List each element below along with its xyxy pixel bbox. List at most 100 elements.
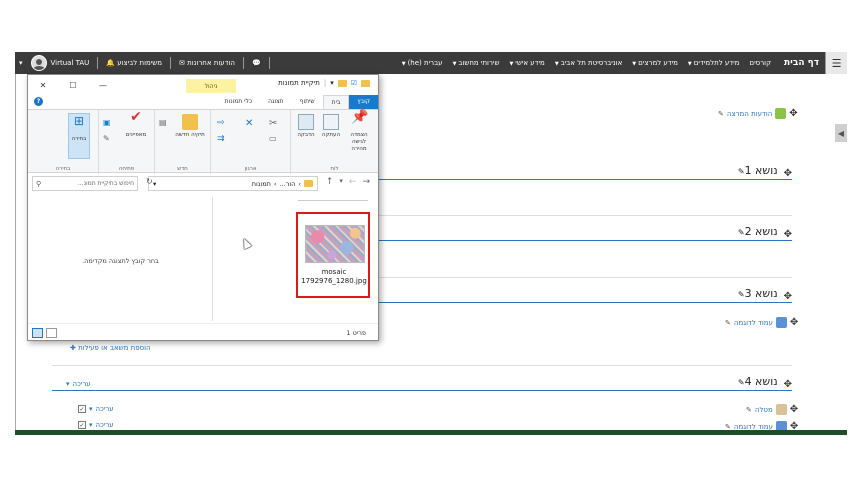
add-activity-link[interactable]: ✚ הוספת משאב או פעילות xyxy=(70,344,151,352)
copy-to-icon[interactable]: ⇉ xyxy=(217,134,225,144)
tab-manage[interactable]: ניהול xyxy=(186,79,236,93)
select-group: ⊞ בחירה בחירה xyxy=(28,110,98,174)
nav-item-language[interactable]: עברית (he)▼ xyxy=(397,59,448,67)
up-icon[interactable]: ↑ xyxy=(326,177,334,187)
block-drawer-toggle[interactable]: ◀ xyxy=(835,124,847,142)
address-dropdown-icon[interactable]: ▾ xyxy=(153,180,156,188)
move-icon[interactable]: ✥ xyxy=(784,229,792,240)
close-icon[interactable]: ✕ xyxy=(28,75,58,95)
group-label: לוח xyxy=(330,166,339,172)
tasks-link[interactable]: 🔔 משימות לביצוע xyxy=(102,59,166,67)
group-label: ארגון xyxy=(244,166,257,172)
messages-link[interactable]: ✉ הודעות אחרונות xyxy=(175,59,239,67)
activity-link[interactable]: עמוד לדוגמה xyxy=(734,319,773,327)
nav-item-university[interactable]: אוניברסיטת תל אביב▼ xyxy=(550,59,627,67)
section-title[interactable]: נושא 2 xyxy=(745,225,778,238)
properties-button[interactable]: ✔ מאפיינים xyxy=(119,110,153,139)
move-icon[interactable]: ✥ xyxy=(784,291,792,302)
move-icon[interactable]: ✥ xyxy=(790,317,798,328)
dropdown-caret-icon[interactable]: ▾ xyxy=(15,59,27,67)
tab-home[interactable]: בית xyxy=(322,95,350,109)
divider: | xyxy=(323,79,327,87)
tab-view[interactable]: תצוגה xyxy=(260,95,292,109)
ribbon-tabs: קובץ בית שיתוף תצוגה כלי תמונות xyxy=(28,95,378,109)
refresh-icon[interactable]: ↻ xyxy=(146,177,153,186)
back-icon[interactable]: → xyxy=(362,177,370,187)
forward-icon[interactable]: ← xyxy=(349,177,357,187)
address-bar[interactable]: › הור... › תמונות ▾ xyxy=(148,176,318,191)
breadcrumb-current[interactable]: תמונות xyxy=(252,180,271,188)
pencil-icon[interactable]: ✎ xyxy=(746,406,752,414)
section-title[interactable]: נושא 4 xyxy=(745,375,778,388)
nav-item-courses[interactable]: קורסים xyxy=(744,59,776,67)
pencil-icon[interactable]: ✎ xyxy=(725,319,731,327)
breadcrumb-separator-icon: › xyxy=(273,179,277,188)
hamburger-icon[interactable]: ☰ xyxy=(825,52,847,74)
paste-button[interactable]: הדבקה xyxy=(294,114,318,139)
tab-picture-tools[interactable]: כלי תמונות xyxy=(217,95,260,109)
pin-quick-access-button[interactable]: 📌 הצמדה לגישה מהירה xyxy=(344,110,374,153)
large-icons-view-icon[interactable] xyxy=(46,328,57,338)
pencil-icon[interactable]: ✎ xyxy=(738,378,745,387)
activity-link[interactable]: הודעות המרצה xyxy=(727,110,772,118)
move-icon[interactable]: ✥ xyxy=(784,379,792,390)
new-item-icon[interactable]: ▤ xyxy=(159,118,167,127)
select-all-button[interactable]: ⊞ בחירה xyxy=(69,115,89,143)
section-title[interactable]: נושא 3 xyxy=(745,287,778,300)
nav-item-lecturers[interactable]: מידע למרצים▼ xyxy=(627,59,683,67)
select-button[interactable]: ⊞ בחירה xyxy=(68,113,90,159)
completion-row[interactable]: ✓ ▾ עריכה xyxy=(78,405,114,413)
folder-icon[interactable] xyxy=(337,79,347,87)
nav-item-personal[interactable]: מידע אישי▼ xyxy=(504,59,549,67)
move-to-icon[interactable]: ⇨ xyxy=(217,118,225,128)
pencil-icon[interactable]: ✎ xyxy=(718,110,724,118)
breadcrumb-separator-icon: › xyxy=(298,179,301,188)
bottom-bar xyxy=(15,430,847,435)
activity-news-forum[interactable]: ✥ הודעות המרצה ✎ xyxy=(718,108,798,119)
file-explorer-window[interactable]: ✕ ☐ — ? ניהול ☑ ▾ | תיקיית תמונות קובץ ב… xyxy=(27,74,379,341)
activity-assignment[interactable]: ✥ מטלה ✎ xyxy=(746,404,798,415)
completion-checkbox[interactable]: ✓ xyxy=(78,405,86,413)
highlight-box xyxy=(296,212,370,298)
copy-button[interactable]: העתקה xyxy=(320,114,342,139)
quick-access-check-icon[interactable]: ☑ xyxy=(351,79,357,87)
details-view-icon[interactable] xyxy=(32,328,43,338)
pencil-icon[interactable]: ✎ xyxy=(738,228,745,237)
maximize-icon[interactable]: ☐ xyxy=(58,75,88,95)
caret-down-icon: ▾ xyxy=(89,405,93,413)
forum-icon xyxy=(775,108,787,119)
activity-link[interactable]: מטלה xyxy=(755,406,773,414)
tab-share[interactable]: שיתוף xyxy=(292,95,323,109)
activity-sample-page[interactable]: ✥ עמוד לדוגמה ✎ xyxy=(725,317,798,328)
section-title[interactable]: נושא 1 xyxy=(745,164,778,177)
move-icon[interactable]: ✥ xyxy=(790,404,798,415)
open-icon[interactable]: ▣ xyxy=(103,118,111,127)
group-label: בחירה xyxy=(55,166,71,172)
completion-checkbox[interactable]: ✓ xyxy=(78,421,86,429)
rename-icon[interactable]: ▭ xyxy=(269,134,277,143)
caret-down-icon[interactable]: ▾ xyxy=(330,79,334,87)
tab-file[interactable]: קובץ xyxy=(349,95,378,109)
user-menu[interactable]: Virtual TAU xyxy=(27,55,94,71)
delete-icon[interactable]: ✕ xyxy=(245,118,253,129)
move-icon[interactable]: ✥ xyxy=(784,168,792,179)
divider xyxy=(52,365,792,366)
recent-locations-icon[interactable]: ▾ xyxy=(339,177,343,187)
edit-icon[interactable]: ✎ xyxy=(103,134,111,143)
cut-icon[interactable]: ✂ xyxy=(269,118,277,129)
completion-row[interactable]: ✓ ▾ עריכה xyxy=(78,421,114,429)
breadcrumb-parent[interactable]: הור... xyxy=(280,180,296,188)
group-label: חדש xyxy=(177,166,188,172)
chat-icon[interactable]: 💬 xyxy=(248,59,265,67)
explorer-titlebar[interactable]: ✕ ☐ — ? ניהול ☑ ▾ | תיקיית תמונות xyxy=(28,75,378,106)
new-folder-button[interactable]: תיקיה חדשה xyxy=(175,114,205,139)
nav-item-students[interactable]: מידע לתלמידים▼ xyxy=(683,59,745,67)
nav-item-computing[interactable]: שירותי מחשוב▼ xyxy=(448,59,505,67)
pencil-icon[interactable]: ✎ xyxy=(738,167,745,176)
move-icon[interactable]: ✥ xyxy=(789,108,797,119)
minimize-icon[interactable]: — xyxy=(88,75,118,95)
nav-home[interactable]: דף הבית xyxy=(776,58,825,68)
caret-down-icon: ▼ xyxy=(509,61,514,67)
search-input[interactable]: חיפוש בתיקיית תמונ... ⚲ xyxy=(32,176,138,191)
pencil-icon[interactable]: ✎ xyxy=(738,290,745,299)
